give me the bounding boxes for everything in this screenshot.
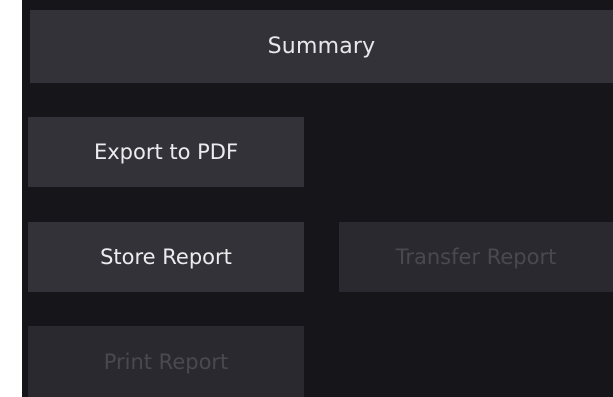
print-report-button[interactable]: Print Report (28, 326, 304, 397)
transfer-report-button[interactable]: Transfer Report (339, 222, 613, 292)
export-to-pdf-label: Export to PDF (93, 140, 239, 164)
summary-header[interactable]: Summary (30, 10, 613, 83)
summary-title: Summary (267, 34, 376, 59)
store-report-label: Store Report (100, 245, 232, 269)
screen: Summary Export to PDF Store Report Trans… (0, 0, 613, 397)
export-to-pdf-button[interactable]: Export to PDF (28, 117, 304, 187)
store-report-button[interactable]: Store Report (28, 222, 304, 292)
transfer-report-label: Transfer Report (395, 245, 557, 269)
print-report-label: Print Report (103, 349, 229, 374)
